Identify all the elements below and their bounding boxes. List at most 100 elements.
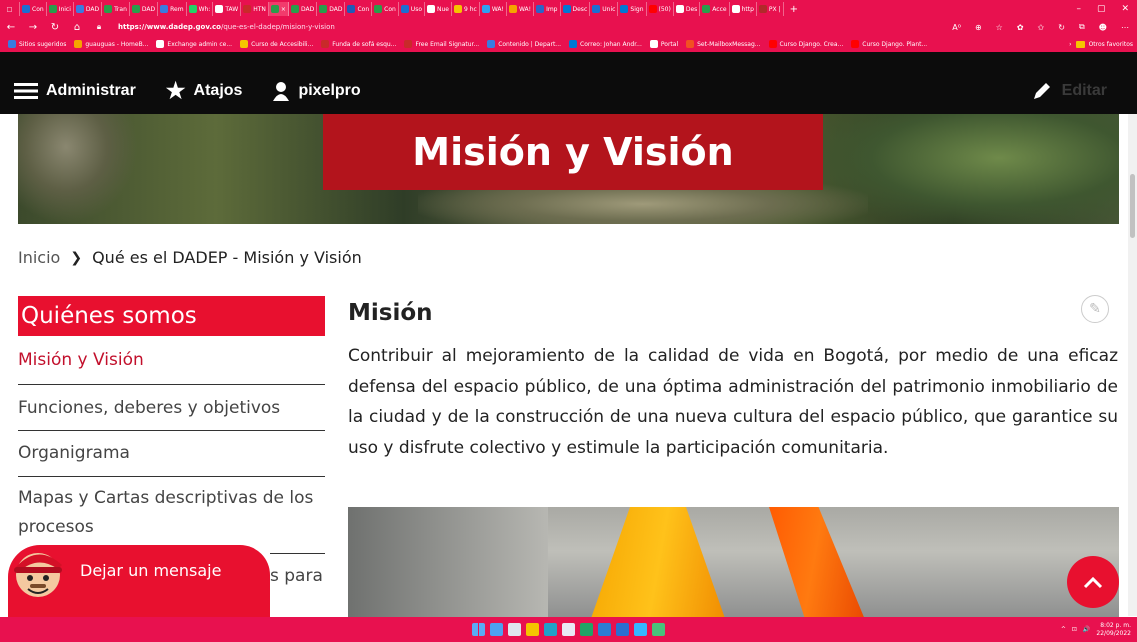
taskbar-app-icon[interactable] bbox=[562, 623, 575, 636]
other-favorites-button[interactable]: › Otros favoritos bbox=[1063, 36, 1133, 52]
bookmark-item[interactable]: Curso Django. Crea... bbox=[768, 40, 843, 48]
browser-tab[interactable]: Con bbox=[345, 2, 373, 16]
new-tab-button[interactable]: + bbox=[784, 2, 804, 16]
bookmark-item[interactable]: guauguas - HomeB... bbox=[74, 40, 148, 48]
forward-icon[interactable]: → bbox=[22, 22, 44, 33]
sidebar-item-funciones[interactable]: Funciones, deberes y objetivos bbox=[18, 394, 325, 423]
browser-tab[interactable]: Rem bbox=[158, 2, 187, 16]
browser-tab[interactable]: DAD bbox=[289, 2, 318, 16]
sidebar-item-organigrama[interactable]: Organigrama bbox=[18, 439, 325, 468]
browser-tab[interactable]: WA! bbox=[507, 2, 535, 16]
favorite-star-icon[interactable]: ☆ bbox=[996, 23, 1003, 32]
chat-widget[interactable]: Dejar un mensaje bbox=[8, 545, 270, 618]
extension-icon[interactable]: ✿ bbox=[1017, 23, 1024, 32]
browser-tab[interactable]: Wh: bbox=[187, 2, 214, 16]
browser-tab[interactable]: Des bbox=[674, 2, 701, 16]
bookmark-item[interactable]: Exchange admin ce... bbox=[156, 40, 232, 48]
browser-tab[interactable]: HTN bbox=[241, 2, 269, 16]
back-icon[interactable]: ← bbox=[0, 22, 22, 33]
lock-icon[interactable]: 🔒︎ bbox=[88, 22, 110, 32]
tab-favicon-icon bbox=[290, 5, 299, 13]
url-field[interactable]: https://www.dadep.gov.co /que-es-el-dade… bbox=[118, 23, 335, 31]
browser-tab[interactable]: Uso bbox=[399, 2, 425, 16]
browser-tab[interactable]: Inici bbox=[47, 2, 74, 16]
volume-icon[interactable]: 🔊 bbox=[1083, 626, 1090, 633]
folder-icon bbox=[1075, 40, 1085, 48]
breadcrumb-home-link[interactable]: Inicio bbox=[18, 248, 60, 267]
minimize-button[interactable]: – bbox=[1076, 4, 1081, 14]
scroll-top-button[interactable] bbox=[1067, 556, 1119, 608]
tab-list: Con Inici DAD Tran DAD Rem Wh: TAW HTN × DAD DAD Con… bbox=[20, 2, 784, 16]
sidebar-item-mision-vision[interactable]: Misión y Visión bbox=[18, 346, 325, 375]
browser-tab[interactable]: http bbox=[730, 2, 757, 16]
user-button[interactable]: pixelpro bbox=[272, 81, 361, 101]
favorites-icon[interactable]: ✩ bbox=[1038, 23, 1045, 32]
bookmark-item[interactable]: Funda de sofá esqu... bbox=[321, 40, 396, 48]
browser-tab[interactable]: Imp bbox=[534, 2, 561, 16]
more-menu-icon[interactable]: ⋯ bbox=[1121, 23, 1129, 32]
tab-actions-button[interactable]: □ bbox=[0, 2, 20, 16]
sidebar-item-mapas[interactable]: Mapas y Cartas descriptivas de los proce… bbox=[18, 484, 318, 542]
taskbar-app-icon[interactable] bbox=[634, 623, 647, 636]
browser-tab[interactable]: 9 hc bbox=[452, 2, 480, 16]
browser-tab[interactable]: × bbox=[268, 2, 289, 16]
bookmark-item[interactable]: Free Email Signatur... bbox=[404, 40, 479, 48]
bookmark-item[interactable]: Sitios sugeridos bbox=[8, 40, 66, 48]
browser-tab[interactable]: TAW bbox=[213, 2, 242, 16]
browser-tab[interactable]: Sign bbox=[618, 2, 647, 16]
bookmark-item[interactable]: Correo: Johan Andr... bbox=[569, 40, 642, 48]
bookmark-item[interactable]: Curso Django. Plant... bbox=[851, 40, 927, 48]
bookmark-label: Correo: Johan Andr... bbox=[580, 40, 642, 48]
browser-tab[interactable]: Acce bbox=[700, 2, 730, 16]
edit-button[interactable]: Editar bbox=[1032, 68, 1107, 114]
bookmark-item[interactable]: Set-MailboxMessag... bbox=[686, 40, 761, 48]
browser-tab[interactable]: Tran bbox=[102, 2, 130, 16]
browser-tab[interactable]: PX | bbox=[757, 2, 784, 16]
bookmark-item[interactable]: Portal bbox=[649, 40, 678, 48]
read-aloud-icon[interactable]: A⁰ bbox=[952, 23, 961, 32]
taskbar-app-icon[interactable] bbox=[580, 623, 593, 636]
collections-icon[interactable]: ⧉ bbox=[1079, 22, 1085, 32]
browser-tab[interactable]: Desc bbox=[561, 2, 591, 16]
page-scrollbar[interactable] bbox=[1128, 114, 1137, 616]
home-icon[interactable]: ⌂ bbox=[66, 22, 88, 33]
taskbar-app-icon[interactable] bbox=[544, 623, 557, 636]
bookmark-favicon-icon bbox=[8, 40, 16, 48]
refresh-icon[interactable]: ↻ bbox=[44, 22, 66, 33]
sync-icon[interactable]: ↻ bbox=[1058, 23, 1065, 32]
sidebar-item-partial[interactable]: s para bbox=[270, 566, 323, 586]
clock[interactable]: 8:02 p. m. 22/09/2022 bbox=[1096, 622, 1131, 638]
browser-tab[interactable]: DAD bbox=[317, 2, 346, 16]
profile-icon[interactable]: ☻ bbox=[1099, 23, 1107, 32]
edit-pencil-icon[interactable]: ✎ bbox=[1081, 295, 1109, 323]
bookmark-item[interactable]: Curso de Accesibili... bbox=[240, 40, 313, 48]
tab-label: DAD bbox=[141, 5, 156, 13]
restore-button[interactable]: ▢ bbox=[1097, 4, 1106, 14]
taskbar-app-icon[interactable] bbox=[616, 623, 629, 636]
taskbar-app-icon[interactable] bbox=[526, 623, 539, 636]
admin-toolbar: Administrar ★ Atajos pixelpro Editar bbox=[0, 68, 1137, 114]
browser-tab[interactable]: DAD bbox=[74, 2, 103, 16]
shortcuts-button[interactable]: ★ Atajos bbox=[166, 78, 243, 104]
browser-tab[interactable]: Unic bbox=[590, 2, 619, 16]
taskbar-app-icon[interactable] bbox=[652, 623, 665, 636]
scrollbar-thumb[interactable] bbox=[1130, 174, 1135, 238]
taskbar-app-icon[interactable] bbox=[508, 623, 521, 636]
browser-tab[interactable]: DAD bbox=[130, 2, 159, 16]
manage-button[interactable]: Administrar bbox=[14, 82, 136, 100]
browser-tab[interactable]: Con bbox=[20, 2, 47, 16]
start-icon[interactable] bbox=[472, 623, 485, 636]
photo-orange-cone bbox=[769, 507, 868, 617]
browser-tab[interactable]: WA! bbox=[480, 2, 507, 16]
browser-tab[interactable]: Con bbox=[372, 2, 399, 16]
bookmark-item[interactable]: Contenido | Depart... bbox=[487, 40, 561, 48]
taskbar-app-icon[interactable] bbox=[598, 623, 611, 636]
network-icon[interactable]: ⊡ bbox=[1072, 626, 1077, 633]
taskbar-app-icon[interactable] bbox=[490, 623, 503, 636]
zoom-icon[interactable]: ⊕ bbox=[975, 23, 982, 32]
browser-tab[interactable]: (50) bbox=[647, 2, 674, 16]
close-window-button[interactable]: ✕ bbox=[1121, 4, 1129, 14]
browser-tab[interactable]: Nue bbox=[425, 2, 452, 16]
tray-overflow-icon[interactable]: ^ bbox=[1061, 626, 1066, 633]
tab-favicon-icon bbox=[347, 5, 356, 13]
